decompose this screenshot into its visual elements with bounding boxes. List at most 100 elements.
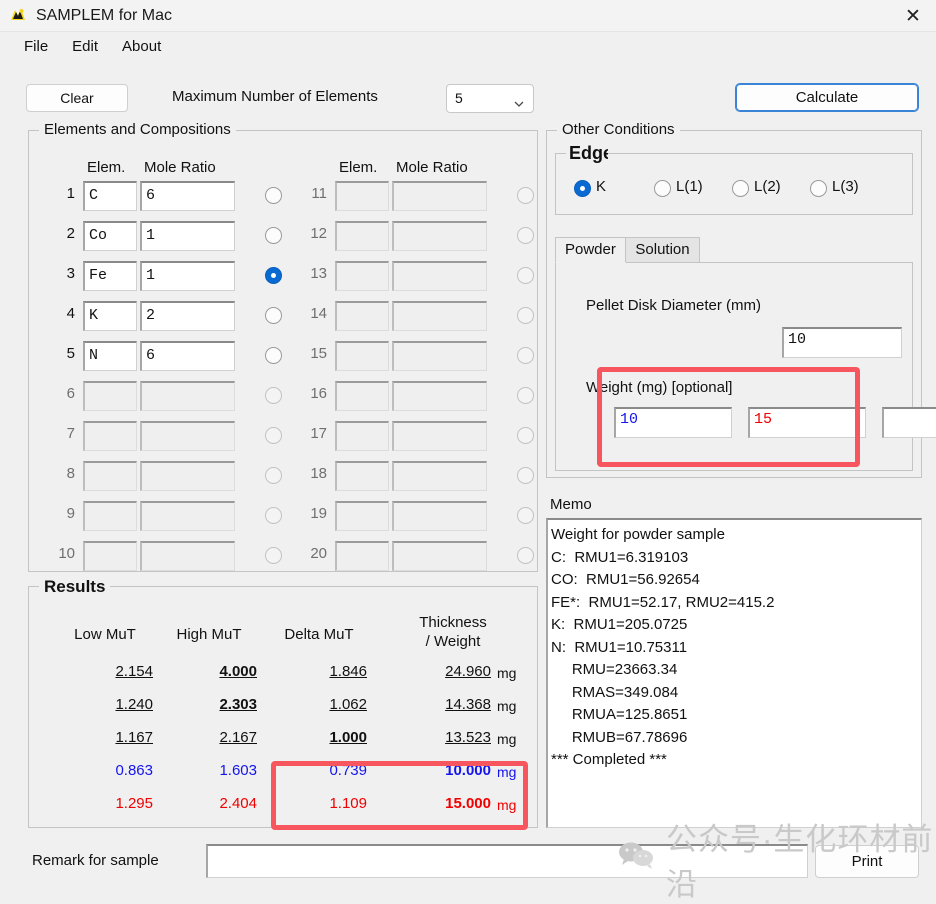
results-cell-low-mut: 0.863 (115, 762, 153, 779)
menu-item-file[interactable]: File (12, 35, 60, 58)
results-cell-low-mut: 1.240 (115, 696, 153, 713)
element-row-number: 16 (310, 385, 327, 402)
powder-tab-panel: Pellet Disk Diameter (mm) 10 Weight (mg)… (555, 262, 936, 471)
tab-solution[interactable]: Solution (625, 237, 700, 263)
mole-ratio-input (140, 541, 235, 571)
mole-ratio-input[interactable]: 1 (140, 221, 235, 251)
max-elements-select[interactable]: 5 (446, 84, 534, 113)
edge-option-label: L(2) (754, 178, 781, 195)
results-unit: mg (497, 764, 517, 780)
mole-ratio-input (392, 541, 487, 571)
element-symbol-input (335, 541, 389, 571)
mole-ratio-input (392, 341, 487, 371)
element-symbol-input (83, 541, 137, 571)
element-symbol-input (335, 341, 389, 371)
menu-item-edit[interactable]: Edit (60, 35, 110, 58)
element-select-radio (517, 187, 534, 204)
pellet-diameter-input[interactable]: 10 (782, 327, 902, 358)
element-select-radio[interactable] (265, 267, 282, 284)
results-header-low-mut: Low MuT (74, 626, 136, 643)
element-select-radio (517, 467, 534, 484)
results-unit: mg (497, 665, 517, 681)
app-icon (8, 6, 28, 26)
tab-powder[interactable]: Powder (555, 237, 626, 263)
element-row-number: 5 (66, 345, 75, 362)
close-icon[interactable]: ✕ (890, 0, 936, 32)
element-select-radio (517, 347, 534, 364)
element-symbol-input[interactable]: Fe (83, 261, 137, 291)
element-select-radio (517, 387, 534, 404)
results-header-thickness-weight: Thickness / Weight (419, 614, 487, 650)
memo-legend: Memo (550, 496, 592, 513)
sample-type-tabs: Powder Solution (555, 237, 913, 263)
element-row-number: 4 (66, 305, 75, 322)
remark-input[interactable] (206, 844, 808, 878)
mole-ratio-input (140, 421, 235, 451)
menu-item-about[interactable]: About (110, 35, 173, 58)
element-symbol-input[interactable]: Co (83, 221, 137, 251)
results-cell-high-mut: 4.000 (219, 663, 257, 680)
results-unit: mg (497, 698, 517, 714)
results-cell-thickness-weight: 14.368 (445, 696, 491, 713)
chevron-down-icon (513, 92, 525, 107)
results-unit: mg (497, 731, 517, 747)
element-symbol-input (335, 461, 389, 491)
edge-radio[interactable] (810, 180, 827, 197)
results-cell-delta-mut: 0.739 (329, 762, 367, 779)
element-row-number: 10 (58, 545, 75, 562)
element-symbol-input[interactable]: K (83, 301, 137, 331)
element-select-radio (265, 427, 282, 444)
element-row-number: 8 (66, 465, 75, 482)
element-select-radio[interactable] (265, 307, 282, 324)
max-elements-value: 5 (455, 90, 463, 106)
results-cell-thickness-weight: 15.000 (445, 795, 491, 812)
weight-input-3[interactable] (882, 407, 936, 438)
element-row-number: 14 (310, 305, 327, 322)
results-cell-low-mut: 1.295 (115, 795, 153, 812)
col-header-mole-left: Mole Ratio (144, 159, 216, 176)
element-symbol-input (335, 221, 389, 251)
weight-input-1[interactable]: 10 (614, 407, 732, 438)
weight-input-2[interactable]: 15 (748, 407, 866, 438)
element-symbol-input (335, 261, 389, 291)
results-cell-thickness-weight: 24.960 (445, 663, 491, 680)
print-button[interactable]: Print (815, 845, 919, 878)
col-header-mole-right: Mole Ratio (396, 159, 468, 176)
element-symbol-input (335, 301, 389, 331)
edge-radio[interactable] (732, 180, 749, 197)
mole-ratio-input[interactable]: 6 (140, 341, 235, 371)
element-symbol-input[interactable]: C (83, 181, 137, 211)
element-select-radio (517, 547, 534, 564)
element-symbol-input[interactable]: N (83, 341, 137, 371)
edge-radio[interactable] (654, 180, 671, 197)
element-row-number: 6 (66, 385, 75, 402)
element-symbol-input (335, 181, 389, 211)
clear-button[interactable]: Clear (26, 84, 128, 112)
element-symbol-input (83, 381, 137, 411)
element-select-radio[interactable] (265, 227, 282, 244)
mole-ratio-input (392, 461, 487, 491)
edge-option-label: L(3) (832, 178, 859, 195)
mole-ratio-input[interactable]: 6 (140, 181, 235, 211)
element-select-radio[interactable] (265, 347, 282, 364)
element-row-number: 7 (66, 425, 75, 442)
element-select-radio (517, 227, 534, 244)
results-cell-high-mut: 2.303 (219, 696, 257, 713)
edge-radio[interactable] (574, 180, 591, 197)
memo-text-area[interactable]: Weight for powder sample C: RMU1=6.31910… (546, 518, 922, 828)
element-symbol-input (335, 381, 389, 411)
mole-ratio-input[interactable]: 1 (140, 261, 235, 291)
element-row-number: 11 (311, 185, 327, 202)
element-symbol-input (83, 461, 137, 491)
element-select-radio (265, 387, 282, 404)
results-cell-thickness-weight: 13.523 (445, 729, 491, 746)
calculate-button[interactable]: Calculate (735, 83, 919, 112)
element-row-number: 19 (310, 505, 327, 522)
results-cell-high-mut: 1.603 (219, 762, 257, 779)
element-symbol-input (83, 501, 137, 531)
mole-ratio-input[interactable]: 2 (140, 301, 235, 331)
element-select-radio[interactable] (265, 187, 282, 204)
element-select-radio (265, 507, 282, 524)
results-cell-low-mut: 1.167 (115, 729, 153, 746)
elements-group-legend: Elements and Compositions (39, 121, 236, 138)
